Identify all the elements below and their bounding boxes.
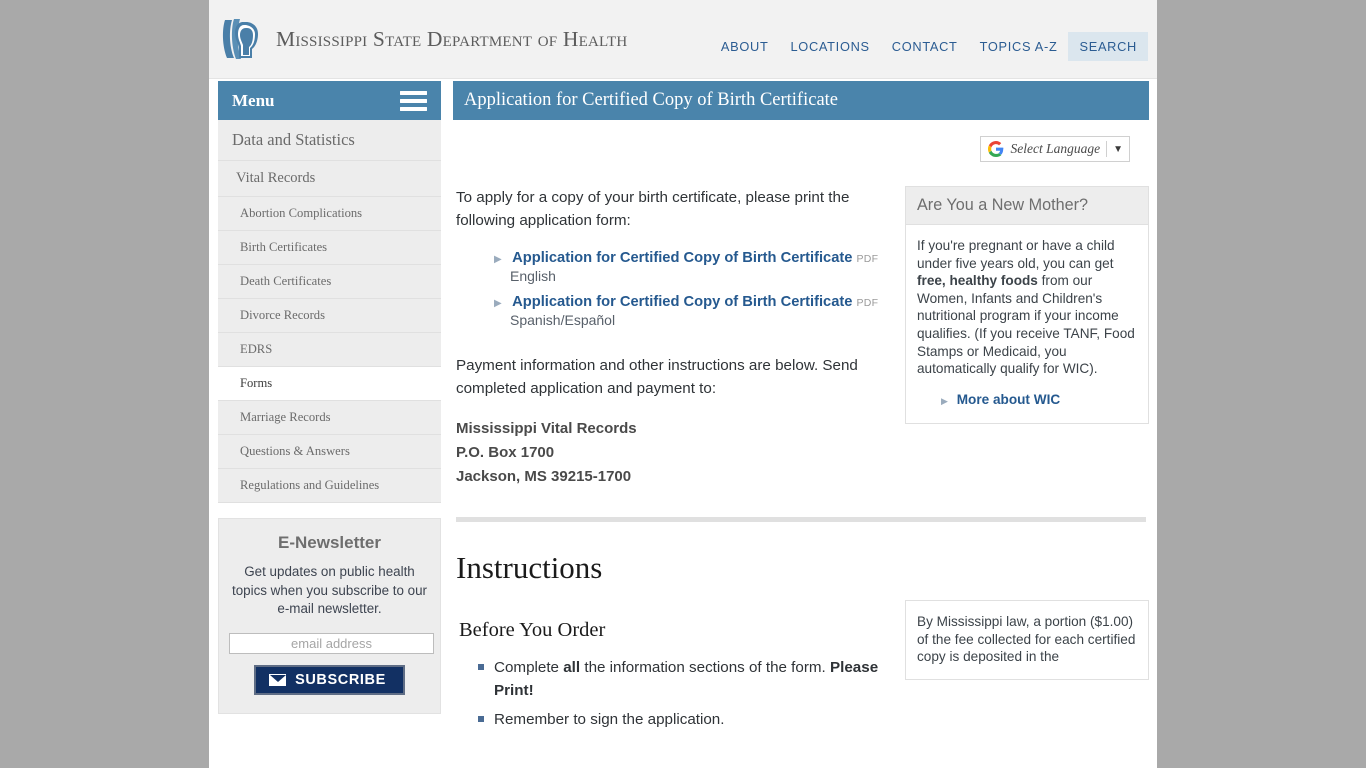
item-text-before: Complete: [494, 659, 564, 676]
envelope-icon: [269, 673, 287, 686]
text-bold: free, healthy foods: [917, 273, 1038, 289]
sidebar-item-questions-and-answers[interactable]: Questions & Answers: [218, 435, 441, 469]
address-line-1: Mississippi Vital Records: [456, 420, 637, 437]
file-type-tag: PDF: [856, 297, 879, 309]
msdh-profiles-logo-icon: [222, 19, 258, 59]
law-note-body: By Mississippi law, a portion ($1.00) of…: [906, 601, 1148, 679]
law-note-text: By Mississippi law, a portion ($1.00) of…: [917, 614, 1136, 665]
newsletter-description: Get updates on public health topics when…: [231, 564, 427, 616]
triangle-right-icon: ▶: [941, 395, 948, 406]
more-about-wic-link[interactable]: More about WIC: [957, 392, 1060, 407]
form-link-english[interactable]: Application for Certified Copy of Birth …: [512, 250, 852, 266]
nav-item-contact[interactable]: CONTACT: [881, 32, 969, 61]
newsletter-heading: E-Newsletter: [278, 533, 381, 552]
sidebar-item-regulations-and-guidelines[interactable]: Regulations and Guidelines: [218, 469, 441, 503]
payment-note: Payment information and other instructio…: [456, 357, 858, 397]
sidebar-item-death-certificates[interactable]: Death Certificates: [218, 265, 441, 299]
top-navigation: ABOUT LOCATIONS CONTACT TOPICS A-Z SEARC…: [710, 32, 1148, 61]
item-text-before: Remember to sign the application.: [494, 711, 725, 728]
site-title: Mississippi State Department of Health: [276, 26, 628, 51]
google-g-icon: [988, 141, 1004, 157]
form-links-list: ▶ Application for Certified Copy of Birt…: [456, 249, 905, 328]
item-text-middle: the information sections of the form.: [580, 659, 830, 676]
hamburger-menu-icon[interactable]: [400, 87, 427, 115]
list-item: ▶ Application for Certified Copy of Birt…: [494, 293, 905, 328]
item-bold-1: all: [563, 659, 581, 676]
nav-item-topics-a-z[interactable]: TOPICS A-Z: [969, 32, 1069, 61]
new-mother-heading: Are You a New Mother?: [906, 187, 1148, 225]
sidebar-item-forms[interactable]: Forms: [218, 367, 441, 401]
triangle-right-icon: ▶: [494, 298, 502, 309]
file-type-tag: PDF: [856, 253, 879, 265]
site-brand[interactable]: Mississippi State Department of Health: [221, 16, 627, 62]
content-columns: To apply for a copy of your birth certif…: [453, 162, 1149, 489]
wic-link-row: ▶ More about WIC: [917, 391, 1137, 411]
content-left-column: To apply for a copy of your birth certif…: [453, 186, 905, 489]
mailing-address: Mississippi Vital Records P.O. Box 1700 …: [456, 417, 905, 489]
instructions-heading: Instructions: [456, 550, 603, 585]
language-row: Select Language ▼: [453, 120, 1149, 162]
menu-label: Menu: [232, 90, 275, 110]
sidebar-item-vital-records[interactable]: Vital Records: [218, 161, 441, 197]
section-divider: [456, 517, 1146, 522]
menu-header[interactable]: Menu: [218, 81, 441, 120]
new-mother-box: Are You a New Mother? If you're pregnant…: [905, 186, 1149, 425]
address-line-2: P.O. Box 1700: [456, 444, 555, 461]
form-language-english: English: [510, 268, 556, 284]
text-part-1: If you're pregnant or have a child under…: [917, 238, 1115, 271]
sidebar-item-divorce-records[interactable]: Divorce Records: [218, 299, 441, 333]
intro-paragraph: To apply for a copy of your birth certif…: [456, 189, 850, 229]
site-header: Mississippi State Department of Health A…: [209, 0, 1157, 79]
list-item: Complete all the information sections of…: [478, 656, 905, 702]
before-you-order-heading: Before You Order: [459, 619, 606, 641]
language-separator: [1106, 141, 1108, 157]
page-title-bar: Application for Certified Copy of Birth …: [453, 81, 1149, 120]
new-mother-body: If you're pregnant or have a child under…: [906, 225, 1148, 423]
nav-item-search[interactable]: SEARCH: [1068, 32, 1148, 61]
list-item: Remember to sign the application.: [478, 708, 905, 731]
main-content: Application for Certified Copy of Birth …: [453, 81, 1149, 737]
list-item: ▶ Application for Certified Copy of Birt…: [494, 249, 905, 284]
nav-item-about[interactable]: ABOUT: [710, 32, 780, 61]
law-note-box: By Mississippi law, a portion ($1.00) of…: [905, 600, 1149, 680]
sidebar: Menu Data and Statistics Vital Records A…: [218, 81, 441, 714]
nav-item-locations[interactable]: LOCATIONS: [779, 32, 880, 61]
before-you-order-list: Complete all the information sections of…: [456, 656, 905, 731]
google-translate-widget[interactable]: Select Language ▼: [980, 136, 1130, 162]
caret-down-icon[interactable]: ▼: [1113, 144, 1123, 155]
sidebar-menu-list: Data and Statistics Vital Records Aborti…: [218, 120, 441, 503]
form-link-spanish[interactable]: Application for Certified Copy of Birth …: [512, 294, 852, 310]
new-mother-text: If you're pregnant or have a child under…: [917, 237, 1137, 378]
site-container: Mississippi State Department of Health A…: [209, 0, 1157, 768]
sidebar-item-marriage-records[interactable]: Marriage Records: [218, 401, 441, 435]
subscribe-button[interactable]: SUBSCRIBE: [254, 664, 405, 695]
form-language-spanish: Spanish/Español: [510, 312, 616, 328]
language-label: Select Language: [1010, 141, 1101, 156]
sidebar-item-edrs[interactable]: EDRS: [218, 333, 441, 367]
sidebar-item-abortion-complications[interactable]: Abortion Complications: [218, 197, 441, 231]
email-input[interactable]: [229, 632, 434, 654]
address-line-3: Jackson, MS 39215-1700: [456, 468, 632, 485]
newsletter-panel: E-Newsletter Get updates on public healt…: [218, 518, 441, 714]
subscribe-button-label: SUBSCRIBE: [295, 671, 386, 688]
content-right-column: Are You a New Mother? If you're pregnant…: [905, 186, 1149, 489]
page-title: Application for Certified Copy of Birth …: [464, 90, 839, 110]
sidebar-item-birth-certificates[interactable]: Birth Certificates: [218, 231, 441, 265]
page-root: Mississippi State Department of Health A…: [0, 0, 1366, 768]
triangle-right-icon: ▶: [494, 254, 502, 265]
text-part-2: from our Women, Infants and Children's n…: [917, 273, 1135, 377]
sidebar-item-data-and-statistics[interactable]: Data and Statistics: [218, 120, 441, 161]
